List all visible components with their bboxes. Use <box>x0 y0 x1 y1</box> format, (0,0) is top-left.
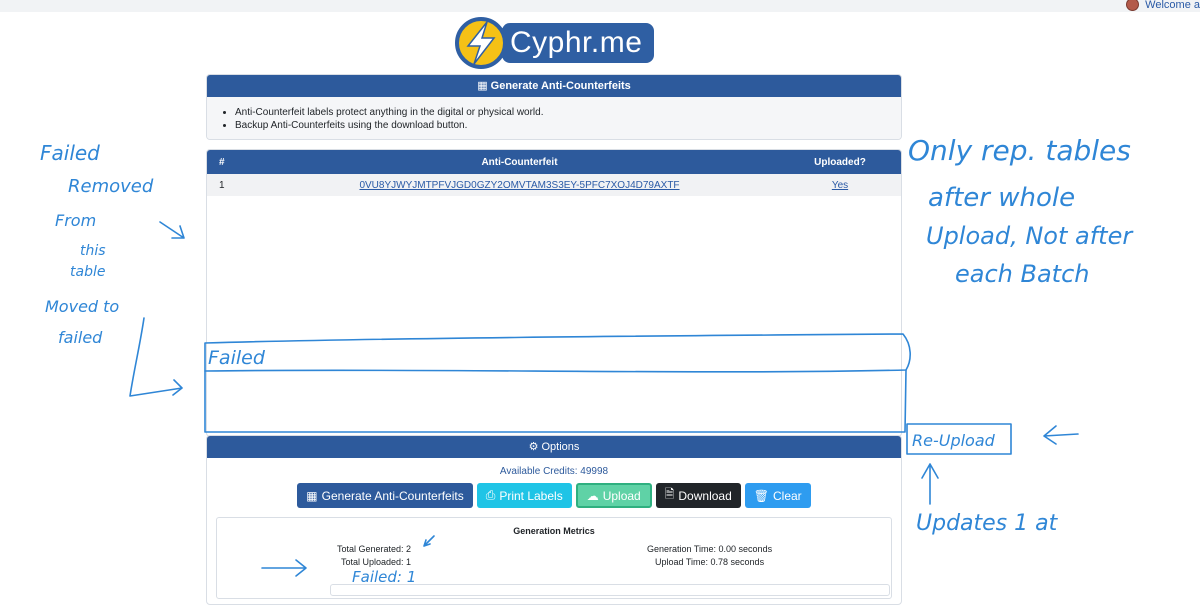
metrics-right: Generation Time: 0.00 seconds Upload Tim… <box>647 543 772 569</box>
options-body: Available Credits: 49998 ▦ Generate Anti… <box>207 458 901 599</box>
total-uploaded: Total Uploaded: 1 <box>341 557 412 567</box>
clear-button-label: Clear <box>773 488 802 503</box>
generate-button[interactable]: ▦ Generate Anti-Counterfeits <box>297 483 473 508</box>
print-labels-button[interactable]: ⎙ Print Labels <box>476 483 572 508</box>
column-header-anti-counterfeit: Anti-Counterfeit <box>260 150 779 174</box>
available-credits: Available Credits: 49998 <box>499 466 609 477</box>
generate-card: ▦ Generate Anti-Counterfeits Anti-Counte… <box>206 74 902 140</box>
info-list: Anti-Counterfeit labels protect anything… <box>235 107 887 131</box>
top-bar <box>0 0 1200 12</box>
action-buttons: ▦ Generate Anti-Counterfeits ⎙ Print Lab… <box>207 483 901 508</box>
generate-card-header: ▦ Generate Anti-Counterfeits <box>207 75 901 97</box>
arrow-icon <box>129 317 183 397</box>
options-card: ⚙ Options Available Credits: 49998 ▦ Gen… <box>206 435 902 605</box>
upload-button-label: Upload <box>602 488 641 503</box>
lightning-bolt-icon <box>455 17 507 69</box>
annotation-text: Removed <box>68 176 154 197</box>
options-card-header: ⚙ Options <box>207 436 901 458</box>
annotation-text: Upload, Not after <box>926 222 1134 250</box>
avatar[interactable] <box>1126 0 1140 11</box>
generate-button-label: Generate Anti-Counterfeits <box>321 488 464 503</box>
annotation-text: after whole <box>928 183 1075 213</box>
download-button-label: Download <box>678 488 732 503</box>
qr-icon: ▦ <box>306 488 318 503</box>
options-card-title: Options <box>541 441 580 453</box>
clear-button[interactable]: 🗑 Clear <box>744 483 811 508</box>
annotation-text: Moved to <box>45 297 119 316</box>
table-header-row: # Anti-Counterfeit Uploaded? <box>207 150 901 174</box>
total-generated: Total Generated: 2 <box>337 544 412 554</box>
uploaded-status-link[interactable]: Yes <box>832 180 848 191</box>
table-row: 1 0VU8YJWYJMTPFVJGD0GZY2OMVTAM3S3EY-5PFC… <box>207 174 901 196</box>
file-download-icon: 🗎 <box>664 487 675 501</box>
info-item: Backup Anti-Counterfeits using the downl… <box>235 120 887 131</box>
generate-card-body: Anti-Counterfeit labels protect anything… <box>207 97 901 139</box>
results-table: # Anti-Counterfeit Uploaded? 1 0VU8YJWYJ… <box>207 150 901 196</box>
annotation-text: Failed <box>40 141 100 165</box>
gear-icon: ⚙ <box>528 441 542 453</box>
updates-note: Updates 1 at <box>916 511 1059 536</box>
generate-card-title: Generate Anti-Counterfeits <box>490 80 631 92</box>
metrics-left: Total Generated: 2 Total Uploaded: 1 <box>337 543 411 569</box>
reupload-box-outline <box>906 423 1012 455</box>
annotation-text: this <box>80 243 106 259</box>
annotation-text: each Batch <box>955 260 1090 288</box>
info-item: Anti-Counterfeit labels protect anything… <box>235 107 887 118</box>
download-button[interactable]: 🗎 Download <box>655 483 741 508</box>
annotation-text: table <box>70 264 105 280</box>
site-logo[interactable]: Cyphr.me <box>454 16 654 70</box>
annotation-text: failed <box>58 328 103 347</box>
annotation-text: From <box>55 211 96 230</box>
qr-icon: ▦ <box>477 80 491 92</box>
user-menu[interactable]: Welcome a <box>1126 0 1200 11</box>
printer-icon: ⎙ <box>485 488 496 502</box>
column-header-uploaded: Uploaded? <box>779 150 901 174</box>
results-table-card: # Anti-Counterfeit Uploaded? 1 0VU8YJWYJ… <box>206 149 902 437</box>
cloud-upload-icon: ☁ <box>586 488 599 503</box>
row-number: 1 <box>207 174 260 196</box>
print-labels-button-label: Print Labels <box>499 488 563 503</box>
annotation-text: Only rep. tables <box>908 134 1131 167</box>
column-header-number: # <box>207 150 260 174</box>
reupload-label: Re-Upload <box>912 431 996 450</box>
trash-icon: 🗑 <box>753 488 769 503</box>
arrow-icon <box>159 221 185 239</box>
count-input[interactable] <box>330 584 890 596</box>
arrow-icon <box>921 463 939 505</box>
arrow-icon <box>1043 425 1079 445</box>
upload-time: Upload Time: 0.78 seconds <box>655 557 765 567</box>
logo-text: Cyphr.me <box>502 23 654 63</box>
upload-button[interactable]: ☁ Upload <box>575 483 652 508</box>
anti-counterfeit-link[interactable]: 0VU8YJWYJMTPFVJGD0GZY2OMVTAM3S3EY-5PFC7X… <box>359 180 679 191</box>
welcome-text: Welcome a <box>1145 0 1200 11</box>
generation-time: Generation Time: 0.00 seconds <box>647 544 773 554</box>
metrics-title: Generation Metrics <box>513 526 595 536</box>
